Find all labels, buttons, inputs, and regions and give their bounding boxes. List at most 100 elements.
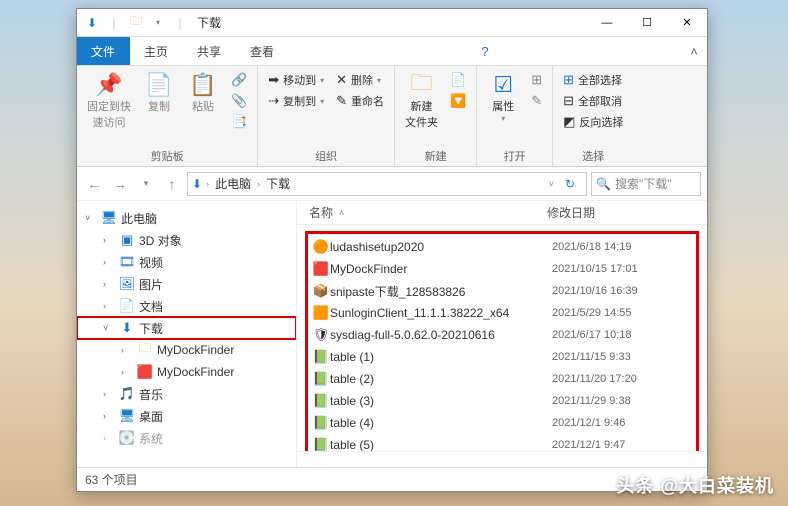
file-row[interactable]: 📗table (4)2021/12/1 9:46 (312, 412, 692, 434)
col-name-header[interactable]: 名称 (309, 204, 333, 221)
clipboard-extra-3[interactable]: 📑 (227, 112, 251, 132)
new-folder-icon: 🗀 (411, 72, 433, 98)
tab-home[interactable]: 主页 (130, 37, 183, 65)
nav-forward-button[interactable]: → (109, 173, 131, 195)
properties-icon: ☑ (493, 72, 513, 98)
delete-button[interactable]: ✕删除▾ (332, 70, 388, 90)
document-icon: 📄 (119, 298, 135, 314)
download-icon: ⬇ (119, 320, 135, 336)
move-to-button[interactable]: ➡移动到▾ (264, 70, 328, 90)
watermark-text: 头条 @大白菜装机 (616, 472, 774, 498)
desktop-icon: 🖥 (119, 408, 135, 424)
refresh-button[interactable]: ↻ (558, 177, 582, 191)
file-row[interactable]: 📗table (1)2021/11/15 9:33 (312, 346, 692, 368)
file-row[interactable]: 🟠ludashisetup20202021/6/18 14:19 (312, 236, 692, 258)
clipboard-extra-1[interactable]: 🔗 (227, 70, 251, 90)
navigation-tree[interactable]: ˅🖥此电脑 ›▣3D 对象 ›🎞视频 ›🖼图片 ›📄文档 ˅⬇下载 ›🗀MyDo… (77, 201, 297, 467)
file-row[interactable]: 📗table (2)2021/11/20 17:20 (312, 368, 692, 390)
clipboard-group-label: 剪贴板 (83, 146, 251, 164)
tree-music[interactable]: ›🎵音乐 (77, 383, 296, 405)
paste-button[interactable]: 📋 粘贴 (183, 70, 223, 116)
monitor-icon: 🖥 (101, 210, 117, 226)
search-input[interactable]: 🔍 搜索"下载" (591, 172, 701, 196)
address-bar[interactable]: ⬇ › 此电脑 › 下载 ˅ ↻ (187, 172, 587, 196)
ribbon: 📌 固定到快 速访问 📄 复制 📋 粘贴 🔗 📎 📑 剪贴板 (77, 65, 707, 167)
tree-mydock-2[interactable]: ›🟥MyDockFinder (77, 361, 296, 383)
file-row[interactable]: 📗table (3)2021/11/29 9:38 (312, 390, 692, 412)
select-group-label: 选择 (559, 146, 627, 164)
file-date: 2021/11/15 9:33 (552, 351, 692, 363)
rename-button[interactable]: ✎重命名 (332, 91, 388, 111)
tab-view[interactable]: 查看 (236, 37, 289, 65)
ribbon-collapse-button[interactable]: ˄ (681, 37, 707, 65)
file-name: table (4) (330, 416, 552, 430)
explorer-window: ⬇ | 🗀 ▾ | 下载 — ☐ ✕ 文件 主页 共享 查看 ? ˄ 📌 固定到… (76, 8, 708, 492)
select-all-button[interactable]: ⊞全部选择 (559, 70, 627, 90)
maximize-button[interactable]: ☐ (627, 10, 667, 36)
col-date-header[interactable]: 修改日期 (547, 204, 707, 221)
tree-3d-objects[interactable]: ›▣3D 对象 (77, 229, 296, 251)
easy-access-button[interactable]: 🔽 (446, 91, 470, 111)
file-row[interactable]: 📦snipaste下载_1285838262021/10/16 16:39 (312, 280, 692, 302)
file-name: table (1) (330, 350, 552, 364)
tree-videos[interactable]: ›🎞视频 (77, 251, 296, 273)
new-item-button[interactable]: 📄 (446, 70, 470, 90)
file-row[interactable]: 📗table (5)2021/12/1 9:47 (312, 434, 692, 451)
file-list[interactable]: 🟠ludashisetup20202021/6/18 14:19🟥MyDockF… (297, 225, 707, 451)
tree-pictures[interactable]: ›🖼图片 (77, 273, 296, 295)
nav-up-button[interactable]: ↑ (161, 173, 183, 195)
properties-button[interactable]: ☑ 属性 ▾ (483, 70, 523, 125)
open-extra-2[interactable]: ✎ (527, 91, 546, 111)
open-extra-1[interactable]: ⊞ (527, 70, 546, 90)
search-icon: 🔍 (596, 177, 611, 191)
tab-file[interactable]: 文件 (77, 37, 130, 65)
new-group-label: 新建 (401, 146, 470, 164)
item-count: 63 个项目 (85, 471, 138, 488)
qat-separator: | (105, 14, 123, 32)
tree-desktop[interactable]: ›🖥桌面 (77, 405, 296, 427)
nav-back-button[interactable]: ← (83, 173, 105, 195)
file-type-icon: 📦 (312, 283, 330, 299)
tree-mydock-1[interactable]: ›🗀MyDockFinder (77, 339, 296, 361)
select-none-button[interactable]: ⊟全部取消 (559, 91, 627, 111)
file-area: 名称˄ 修改日期 🟠ludashisetup20202021/6/18 14:1… (297, 201, 707, 467)
file-date: 2021/5/29 14:55 (552, 307, 692, 319)
copy-to-button[interactable]: ⇢复制到▾ (264, 91, 328, 111)
qat-dropdown[interactable]: ▾ (149, 14, 167, 32)
address-dropdown[interactable]: ˅ (549, 179, 554, 189)
file-row[interactable]: 🟧SunloginClient_11.1.1.38222_x642021/5/2… (312, 302, 692, 324)
tab-share[interactable]: 共享 (183, 37, 236, 65)
file-date: 2021/12/1 9:46 (552, 417, 692, 429)
music-icon: 🎵 (119, 386, 135, 402)
clipboard-extra-2[interactable]: 📎 (227, 91, 251, 111)
down-arrow-icon[interactable]: ⬇ (83, 14, 101, 32)
column-headers[interactable]: 名称˄ 修改日期 (297, 201, 707, 225)
horizontal-scrollbar[interactable] (297, 451, 707, 467)
nav-recent-button[interactable]: ▾ (135, 173, 157, 195)
file-date: 2021/10/16 16:39 (552, 285, 692, 297)
pin-quick-access-button[interactable]: 📌 固定到快 速访问 (83, 70, 135, 132)
tree-this-pc[interactable]: ˅🖥此电脑 (77, 207, 296, 229)
file-date: 2021/11/29 9:38 (552, 395, 692, 407)
file-row[interactable]: 🟥MyDockFinder2021/10/15 17:01 (312, 258, 692, 280)
ribbon-help-button[interactable]: ? (472, 37, 498, 65)
file-type-icon: 📗 (312, 349, 330, 365)
tree-system[interactable]: ›💽系统 (77, 427, 296, 449)
qat-separator2: | (171, 14, 189, 32)
copy-button[interactable]: 📄 复制 (139, 70, 179, 116)
address-row: ← → ▾ ↑ ⬇ › 此电脑 › 下载 ˅ ↻ 🔍 搜索"下载" (77, 167, 707, 201)
file-name: SunloginClient_11.1.1.38222_x64 (330, 306, 552, 320)
new-folder-button[interactable]: 🗀 新建 文件夹 (401, 70, 442, 132)
tree-downloads[interactable]: ˅⬇下载 (77, 317, 296, 339)
breadcrumb-pc[interactable]: 此电脑 (213, 175, 253, 192)
minimize-button[interactable]: — (587, 10, 627, 36)
pin-icon: 📌 (95, 72, 122, 98)
folder-icon: 🗀 (137, 339, 153, 361)
tree-documents[interactable]: ›📄文档 (77, 295, 296, 317)
file-name: table (5) (330, 438, 552, 451)
breadcrumb-downloads[interactable]: 下载 (264, 175, 292, 192)
close-button[interactable]: ✕ (667, 10, 707, 36)
invert-selection-button[interactable]: ◩反向选择 (559, 112, 627, 132)
paste-icon: 📋 (189, 72, 216, 98)
file-row[interactable]: 🛡sysdiag-full-5.0.62.0-202106162021/6/17… (312, 324, 692, 346)
